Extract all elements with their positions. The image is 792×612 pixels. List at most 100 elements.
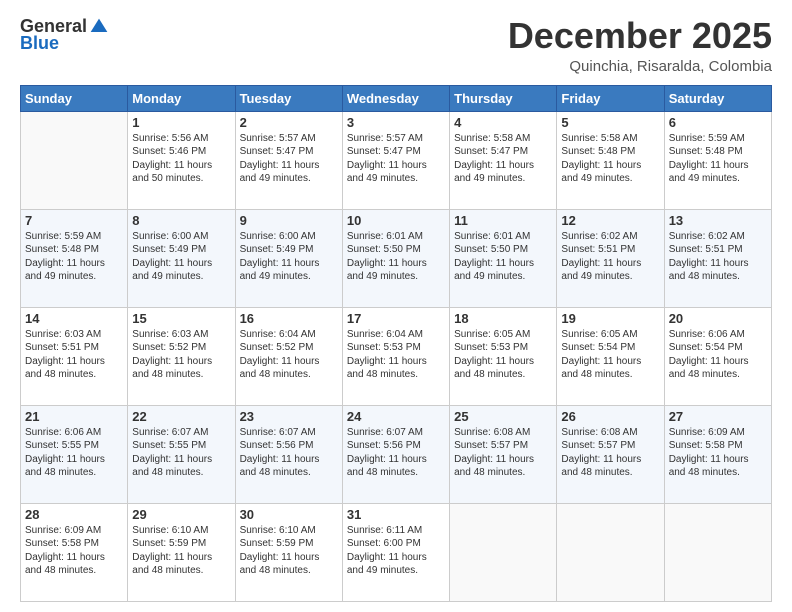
day-detail: Sunrise: 6:02 AMSunset: 5:51 PMDaylight:… [561,230,659,284]
day-number: 21 [25,409,123,424]
day-number: 13 [669,213,767,228]
table-row [557,503,664,601]
day-detail: Sunrise: 6:07 AMSunset: 5:56 PMDaylight:… [240,426,338,480]
logo-icon [89,17,109,37]
table-row: 31 Sunrise: 6:11 AMSunset: 6:00 PMDaylig… [342,503,449,601]
header-sunday: Sunday [21,85,128,111]
location: Quinchia, Risaralda, Colombia [508,58,772,75]
day-number: 22 [132,409,230,424]
table-row: 15 Sunrise: 6:03 AMSunset: 5:52 PMDaylig… [128,307,235,405]
day-detail: Sunrise: 6:02 AMSunset: 5:51 PMDaylight:… [669,230,767,284]
table-row [21,111,128,209]
day-detail: Sunrise: 5:59 AMSunset: 5:48 PMDaylight:… [25,230,123,284]
day-detail: Sunrise: 6:04 AMSunset: 5:52 PMDaylight:… [240,328,338,382]
day-number: 24 [347,409,445,424]
table-row: 24 Sunrise: 6:07 AMSunset: 5:56 PMDaylig… [342,405,449,503]
day-number: 16 [240,311,338,326]
day-detail: Sunrise: 5:57 AMSunset: 5:47 PMDaylight:… [240,132,338,186]
header-monday: Monday [128,85,235,111]
day-detail: Sunrise: 6:05 AMSunset: 5:53 PMDaylight:… [454,328,552,382]
header-wednesday: Wednesday [342,85,449,111]
table-row: 4 Sunrise: 5:58 AMSunset: 5:47 PMDayligh… [450,111,557,209]
table-row: 23 Sunrise: 6:07 AMSunset: 5:56 PMDaylig… [235,405,342,503]
table-row: 10 Sunrise: 6:01 AMSunset: 5:50 PMDaylig… [342,209,449,307]
table-row: 1 Sunrise: 5:56 AMSunset: 5:46 PMDayligh… [128,111,235,209]
page: General Blue December 2025 Quinchia, Ris… [0,0,792,612]
day-number: 10 [347,213,445,228]
table-row: 16 Sunrise: 6:04 AMSunset: 5:52 PMDaylig… [235,307,342,405]
table-row: 8 Sunrise: 6:00 AMSunset: 5:49 PMDayligh… [128,209,235,307]
day-number: 23 [240,409,338,424]
table-row: 5 Sunrise: 5:58 AMSunset: 5:48 PMDayligh… [557,111,664,209]
day-number: 9 [240,213,338,228]
table-row: 19 Sunrise: 6:05 AMSunset: 5:54 PMDaylig… [557,307,664,405]
table-row: 11 Sunrise: 6:01 AMSunset: 5:50 PMDaylig… [450,209,557,307]
day-number: 2 [240,115,338,130]
day-detail: Sunrise: 5:59 AMSunset: 5:48 PMDaylight:… [669,132,767,186]
weekday-header-row: Sunday Monday Tuesday Wednesday Thursday… [21,85,772,111]
header-friday: Friday [557,85,664,111]
table-row: 30 Sunrise: 6:10 AMSunset: 5:59 PMDaylig… [235,503,342,601]
table-row: 2 Sunrise: 5:57 AMSunset: 5:47 PMDayligh… [235,111,342,209]
day-detail: Sunrise: 6:04 AMSunset: 5:53 PMDaylight:… [347,328,445,382]
day-number: 12 [561,213,659,228]
table-row: 13 Sunrise: 6:02 AMSunset: 5:51 PMDaylig… [664,209,771,307]
day-number: 27 [669,409,767,424]
month-title: December 2025 [508,16,772,56]
day-number: 19 [561,311,659,326]
day-number: 25 [454,409,552,424]
day-detail: Sunrise: 6:07 AMSunset: 5:56 PMDaylight:… [347,426,445,480]
day-number: 14 [25,311,123,326]
header-tuesday: Tuesday [235,85,342,111]
table-row: 25 Sunrise: 6:08 AMSunset: 5:57 PMDaylig… [450,405,557,503]
day-detail: Sunrise: 6:08 AMSunset: 5:57 PMDaylight:… [561,426,659,480]
day-detail: Sunrise: 6:01 AMSunset: 5:50 PMDaylight:… [454,230,552,284]
day-detail: Sunrise: 6:03 AMSunset: 5:51 PMDaylight:… [25,328,123,382]
day-detail: Sunrise: 6:05 AMSunset: 5:54 PMDaylight:… [561,328,659,382]
table-row: 28 Sunrise: 6:09 AMSunset: 5:58 PMDaylig… [21,503,128,601]
table-row [664,503,771,601]
table-row: 27 Sunrise: 6:09 AMSunset: 5:58 PMDaylig… [664,405,771,503]
header-saturday: Saturday [664,85,771,111]
table-row: 21 Sunrise: 6:06 AMSunset: 5:55 PMDaylig… [21,405,128,503]
day-number: 20 [669,311,767,326]
calendar-week-row: 7 Sunrise: 5:59 AMSunset: 5:48 PMDayligh… [21,209,772,307]
table-row [450,503,557,601]
title-block: December 2025 Quinchia, Risaralda, Colom… [508,16,772,75]
day-detail: Sunrise: 5:58 AMSunset: 5:48 PMDaylight:… [561,132,659,186]
day-number: 8 [132,213,230,228]
calendar-week-row: 28 Sunrise: 6:09 AMSunset: 5:58 PMDaylig… [21,503,772,601]
table-row: 22 Sunrise: 6:07 AMSunset: 5:55 PMDaylig… [128,405,235,503]
day-number: 17 [347,311,445,326]
calendar-week-row: 21 Sunrise: 6:06 AMSunset: 5:55 PMDaylig… [21,405,772,503]
day-detail: Sunrise: 6:09 AMSunset: 5:58 PMDaylight:… [25,524,123,578]
day-detail: Sunrise: 6:10 AMSunset: 5:59 PMDaylight:… [132,524,230,578]
table-row: 17 Sunrise: 6:04 AMSunset: 5:53 PMDaylig… [342,307,449,405]
day-number: 30 [240,507,338,522]
table-row: 3 Sunrise: 5:57 AMSunset: 5:47 PMDayligh… [342,111,449,209]
calendar-table: Sunday Monday Tuesday Wednesday Thursday… [20,85,772,602]
day-number: 11 [454,213,552,228]
logo: General Blue [20,16,109,54]
day-number: 7 [25,213,123,228]
logo-blue-text: Blue [20,33,59,54]
day-number: 15 [132,311,230,326]
day-number: 5 [561,115,659,130]
table-row: 12 Sunrise: 6:02 AMSunset: 5:51 PMDaylig… [557,209,664,307]
table-row: 26 Sunrise: 6:08 AMSunset: 5:57 PMDaylig… [557,405,664,503]
day-detail: Sunrise: 5:57 AMSunset: 5:47 PMDaylight:… [347,132,445,186]
day-number: 29 [132,507,230,522]
day-number: 6 [669,115,767,130]
day-number: 31 [347,507,445,522]
day-detail: Sunrise: 5:58 AMSunset: 5:47 PMDaylight:… [454,132,552,186]
table-row: 14 Sunrise: 6:03 AMSunset: 5:51 PMDaylig… [21,307,128,405]
day-detail: Sunrise: 5:56 AMSunset: 5:46 PMDaylight:… [132,132,230,186]
day-detail: Sunrise: 6:01 AMSunset: 5:50 PMDaylight:… [347,230,445,284]
day-number: 1 [132,115,230,130]
day-detail: Sunrise: 6:03 AMSunset: 5:52 PMDaylight:… [132,328,230,382]
day-number: 3 [347,115,445,130]
day-number: 28 [25,507,123,522]
table-row: 9 Sunrise: 6:00 AMSunset: 5:49 PMDayligh… [235,209,342,307]
day-number: 4 [454,115,552,130]
table-row: 6 Sunrise: 5:59 AMSunset: 5:48 PMDayligh… [664,111,771,209]
